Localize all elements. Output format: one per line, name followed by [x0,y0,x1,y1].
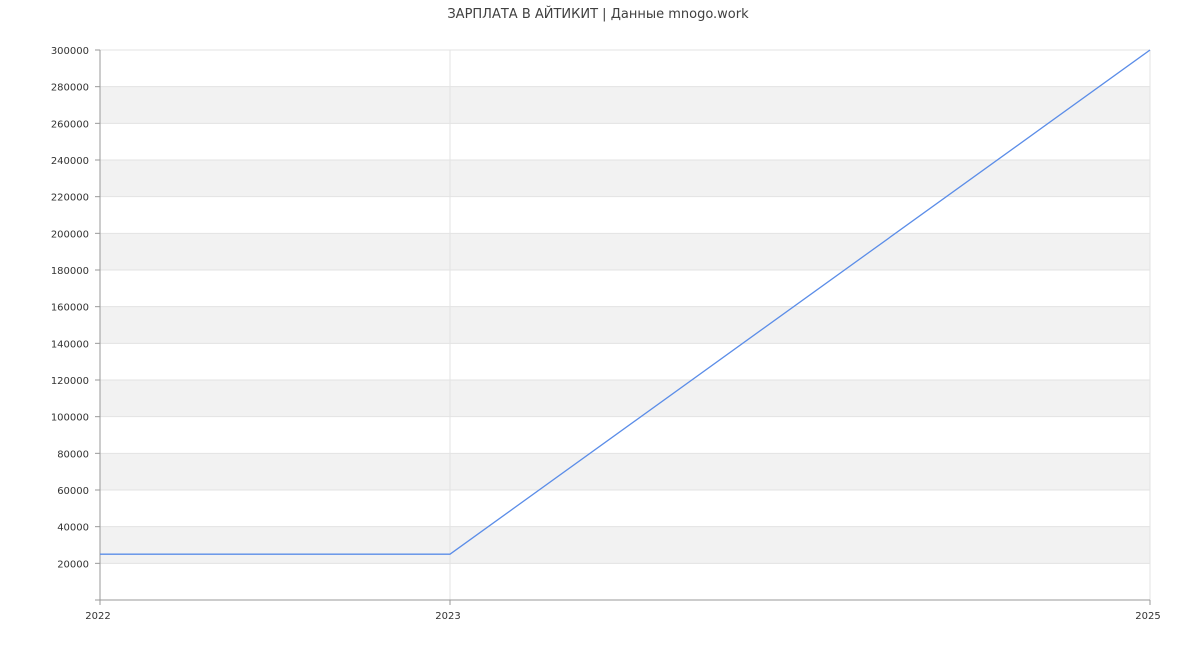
x-tick-label: 2023 [435,611,460,622]
grid-band [100,380,1150,417]
grid-band [100,526,1150,564]
grid-band [100,123,1150,160]
grid-band [100,490,1150,527]
y-tick-label: 60000 [57,486,89,497]
grid-band [100,196,1150,234]
grid-band [100,416,1150,454]
y-tick-label: 220000 [51,193,89,204]
y-tick-label: 240000 [51,156,89,167]
y-tick-label: 100000 [51,413,89,424]
grid-band [100,50,1150,87]
y-tick-label: 140000 [51,339,89,350]
x-axis-ticks: 2022 2023 2025 [85,600,1161,622]
grid-band [100,343,1150,380]
y-axis-ticks: 20000 40000 60000 80000 100000 120000 140000 16… [51,46,100,570]
y-tick-label: 160000 [51,303,89,314]
y-tick-label: 40000 [57,523,89,534]
y-tick-label: 20000 [57,559,89,570]
y-tick-label: 280000 [51,83,89,94]
grid-bands [100,50,1150,600]
y-tick-label: 200000 [51,229,89,240]
y-tick-label: 260000 [51,119,89,130]
x-tick-label: 2025 [1135,611,1160,622]
grid-band [100,86,1150,124]
grid-band [100,233,1150,270]
chart-title: ЗАРПЛАТА В АЙТИКИТ | Данные mnogo.work [447,6,749,22]
grid-band [100,160,1150,197]
x-tick-label: 2022 [85,611,110,622]
y-tick-label: 180000 [51,266,89,277]
y-tick-label: 80000 [57,449,89,460]
y-tick-label: 300000 [51,46,89,57]
grid-band [100,563,1150,600]
grid-band [100,270,1150,307]
grid-band [100,306,1150,344]
y-tick-label: 120000 [51,376,89,387]
salary-line-chart: ЗАРПЛАТА В АЙТИКИТ | Данные mnogo.work 2… [51,6,1161,622]
grid-band [100,453,1150,490]
